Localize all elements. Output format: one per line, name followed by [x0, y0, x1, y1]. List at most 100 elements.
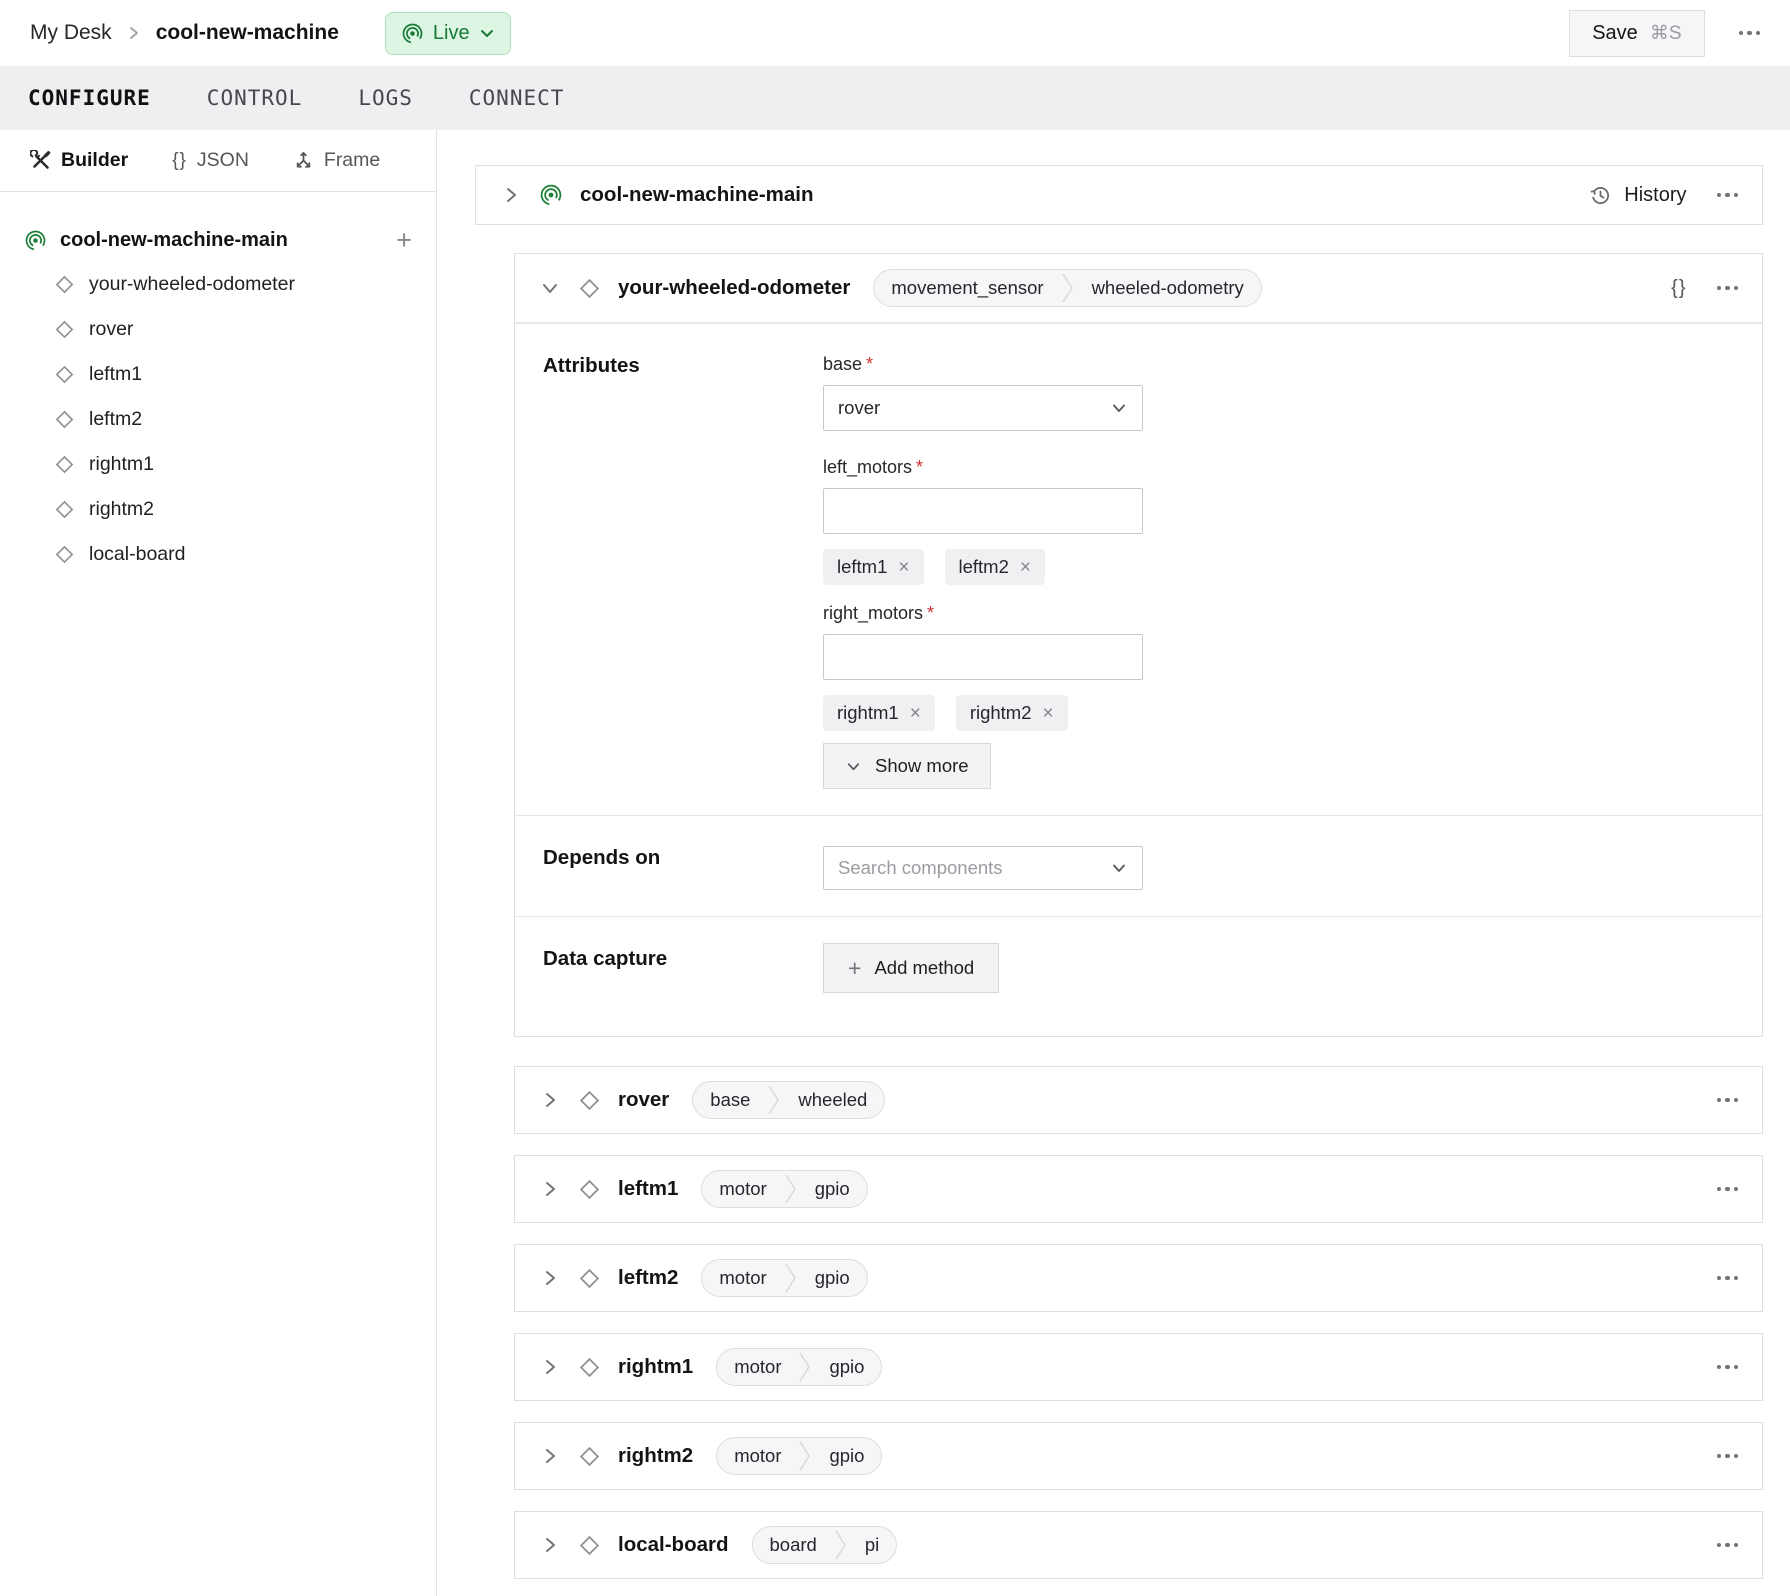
- component-diamond-icon: [578, 277, 601, 300]
- component-diamond-icon: [578, 1445, 601, 1468]
- badge-divider-icon: [1061, 270, 1075, 306]
- save-button[interactable]: Save ⌘S: [1569, 10, 1704, 57]
- base-field-label: base*: [823, 354, 1143, 375]
- viewtab-builder-label: Builder: [61, 149, 128, 172]
- component-diamond-icon: [54, 454, 75, 475]
- remove-chip-icon[interactable]: ×: [1020, 558, 1031, 577]
- component-type-badge: motor gpio: [716, 1437, 882, 1475]
- component-card-leftm1: leftm1 motor gpio: [514, 1155, 1763, 1223]
- component-diamond-icon: [54, 499, 75, 520]
- component-type-badge: motor gpio: [716, 1348, 882, 1386]
- remove-chip-icon[interactable]: ×: [1043, 704, 1054, 723]
- tree-item-local-board[interactable]: local-board: [24, 532, 412, 577]
- component-menu-button[interactable]: [1717, 1187, 1739, 1192]
- right-motors-field-label: right_motors*: [823, 603, 1143, 624]
- braces-icon: {}: [172, 150, 187, 172]
- breadcrumb-root[interactable]: My Desk: [30, 21, 112, 45]
- required-asterisk: *: [916, 457, 923, 477]
- tree-item-leftm1[interactable]: leftm1: [24, 352, 412, 397]
- badge-divider-icon: [767, 1082, 781, 1118]
- machine-status-dropdown[interactable]: Live: [385, 12, 511, 55]
- component-menu-button[interactable]: [1717, 1365, 1739, 1370]
- show-more-button[interactable]: Show more: [823, 743, 991, 789]
- collapse-chevron-icon[interactable]: [539, 277, 561, 299]
- expand-chevron-icon[interactable]: [539, 1267, 561, 1289]
- component-type-badge: motor gpio: [701, 1259, 867, 1297]
- viewtab-json[interactable]: {} JSON: [172, 149, 249, 172]
- main-nav-tabs: CONFIGURE CONTROL LOGS CONNECT: [0, 66, 1790, 130]
- depends-on-select[interactable]: Search components: [823, 846, 1143, 890]
- machine-part-menu-button[interactable]: [1717, 193, 1739, 198]
- badge-divider-icon: [834, 1527, 848, 1563]
- config-view-tabs: Builder {} JSON Frame: [0, 130, 436, 192]
- history-button[interactable]: History: [1589, 184, 1686, 207]
- data-capture-label: Data capture: [515, 917, 823, 1019]
- machine-part-card: cool-new-machine-main History: [475, 165, 1763, 225]
- remove-chip-icon[interactable]: ×: [910, 704, 921, 723]
- component-diamond-icon: [54, 409, 75, 430]
- add-component-icon[interactable]: +: [396, 230, 412, 250]
- tree-item-your-wheeled-odometer[interactable]: your-wheeled-odometer: [24, 262, 412, 307]
- required-asterisk: *: [866, 354, 873, 374]
- tab-connect[interactable]: CONNECT: [469, 86, 565, 110]
- breadcrumb-chevron-icon: [126, 25, 142, 41]
- expand-chevron-icon[interactable]: [539, 1534, 561, 1556]
- chevron-down-icon: [1110, 859, 1128, 877]
- component-diamond-icon: [54, 364, 75, 385]
- tab-logs[interactable]: LOGS: [358, 86, 413, 110]
- component-menu-button[interactable]: [1717, 1098, 1739, 1103]
- component-diamond-icon: [54, 274, 75, 295]
- edit-json-icon[interactable]: {}: [1671, 277, 1686, 300]
- tree-item-leftm2[interactable]: leftm2: [24, 397, 412, 442]
- viewtab-builder[interactable]: Builder: [30, 149, 128, 172]
- tab-control[interactable]: CONTROL: [207, 86, 303, 110]
- component-menu-button[interactable]: [1717, 1454, 1739, 1459]
- tree-item-rightm1[interactable]: rightm1: [24, 442, 412, 487]
- left-motors-field-label: left_motors*: [823, 457, 1143, 478]
- badge-divider-icon: [784, 1171, 798, 1207]
- tree-item-rover[interactable]: rover: [24, 307, 412, 352]
- breadcrumb-current: cool-new-machine: [156, 21, 339, 45]
- component-diamond-icon: [54, 544, 75, 565]
- depends-on-section: Depends on Search components: [515, 815, 1762, 916]
- depends-on-label: Depends on: [515, 816, 823, 916]
- expand-chevron-icon[interactable]: [539, 1445, 561, 1467]
- expand-chevron-icon[interactable]: [500, 184, 522, 206]
- plus-icon: +: [848, 960, 861, 976]
- left-motors-field: left_motors* leftm1 × leftm2 ×: [823, 457, 1143, 585]
- component-tree: cool-new-machine-main + your-wheeled-odo…: [0, 192, 436, 577]
- machine-menu-button[interactable]: [1739, 31, 1761, 36]
- tab-configure[interactable]: CONFIGURE: [28, 86, 151, 110]
- left-motors-input[interactable]: [823, 488, 1143, 534]
- viewtab-frame[interactable]: Frame: [293, 149, 380, 172]
- required-asterisk: *: [927, 603, 934, 623]
- component-type-badge: board pi: [752, 1526, 898, 1564]
- base-select[interactable]: rover: [823, 385, 1143, 431]
- tree-item-rightm2[interactable]: rightm2: [24, 487, 412, 532]
- tree-root-machine-part[interactable]: cool-new-machine-main +: [24, 218, 412, 262]
- status-label: Live: [433, 22, 470, 45]
- machine-part-icon: [24, 229, 47, 252]
- right-motors-input[interactable]: [823, 634, 1143, 680]
- component-diamond-icon: [578, 1267, 601, 1290]
- chip-rightm2: rightm2 ×: [956, 695, 1068, 731]
- component-menu-button[interactable]: [1717, 1543, 1739, 1548]
- expand-chevron-icon[interactable]: [539, 1356, 561, 1378]
- component-card-rover: rover base wheeled: [514, 1066, 1763, 1134]
- attributes-section: Attributes base* rover left_motors* left…: [515, 323, 1762, 815]
- component-card-your-wheeled-odometer: your-wheeled-odometer movement_sensor wh…: [514, 253, 1763, 1037]
- remove-chip-icon[interactable]: ×: [898, 558, 909, 577]
- component-card-rightm1: rightm1 motor gpio: [514, 1333, 1763, 1401]
- base-field: base* rover: [823, 354, 1143, 431]
- expand-chevron-icon[interactable]: [539, 1178, 561, 1200]
- chip-leftm2: leftm2 ×: [945, 549, 1046, 585]
- expand-chevron-icon[interactable]: [539, 1089, 561, 1111]
- component-menu-button[interactable]: [1717, 286, 1739, 291]
- viewtab-json-label: JSON: [197, 149, 249, 172]
- component-diamond-icon: [578, 1356, 601, 1379]
- chevron-down-icon: [845, 758, 862, 775]
- tools-icon: [30, 150, 51, 171]
- add-method-button[interactable]: + Add method: [823, 943, 999, 993]
- component-diamond-icon: [578, 1534, 601, 1557]
- component-menu-button[interactable]: [1717, 1276, 1739, 1281]
